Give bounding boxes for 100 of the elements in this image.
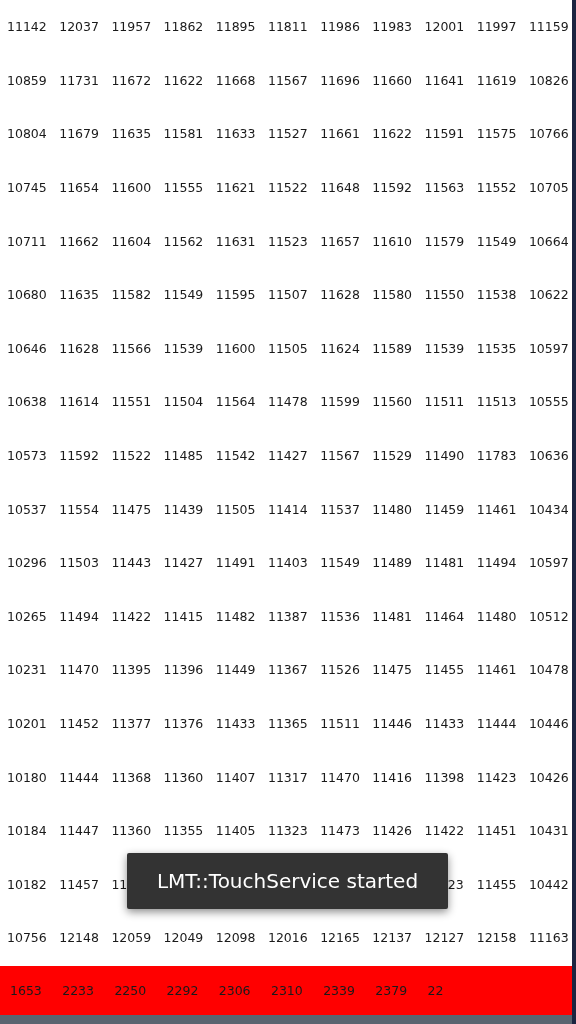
table-cell: 11505 bbox=[267, 340, 308, 356]
table-cell: 11566 bbox=[111, 340, 152, 356]
table-cell: 11403 bbox=[267, 555, 308, 571]
table-cell: 11621 bbox=[215, 180, 256, 196]
table-cell: 11589 bbox=[372, 340, 413, 356]
table-cell: 12158 bbox=[476, 930, 517, 946]
table-cell: 11672 bbox=[111, 72, 152, 88]
table-cell: 11405 bbox=[215, 823, 256, 839]
table-cell: 11452 bbox=[59, 716, 99, 731]
table-cell: 11461 bbox=[476, 662, 517, 678]
table-cell: 11529 bbox=[372, 448, 413, 464]
table-cell: 12148 bbox=[59, 930, 99, 946]
table-cell: 11481 bbox=[372, 608, 413, 624]
table-cell: 11600 bbox=[215, 340, 256, 356]
table-cell: 11563 bbox=[424, 180, 465, 196]
table-cell: 11376 bbox=[163, 716, 204, 731]
table-cell: 11592 bbox=[372, 180, 413, 196]
table-cell: 11986 bbox=[320, 19, 360, 35]
table-cell: 11595 bbox=[215, 287, 256, 303]
table-cell: 11455 bbox=[424, 662, 465, 678]
table-cell: 10646 bbox=[7, 340, 47, 356]
table-cell: 11542 bbox=[215, 448, 256, 464]
table-cell: 11526 bbox=[320, 662, 360, 678]
table-cell: 11562 bbox=[163, 233, 204, 249]
table-cell: 11323 bbox=[267, 823, 308, 839]
table-cell: 11592 bbox=[59, 448, 99, 464]
table-cell: 10573 bbox=[7, 448, 47, 464]
table-cell: 11549 bbox=[476, 233, 517, 249]
table-cell: 10180 bbox=[7, 769, 47, 785]
table-cell: 11433 bbox=[424, 716, 465, 731]
table-cell: 11564 bbox=[215, 394, 256, 410]
table-cell: 11439 bbox=[163, 501, 204, 517]
table-cell: 10265 bbox=[7, 608, 47, 624]
table-cell: 11511 bbox=[424, 394, 465, 410]
table-cell: 11628 bbox=[59, 340, 99, 356]
table-cell: 11447 bbox=[59, 823, 99, 839]
table-cell: 11679 bbox=[59, 126, 99, 142]
table-cell: 11539 bbox=[424, 340, 465, 356]
table-cell: 2306 bbox=[218, 982, 251, 998]
table-cell: 11491 bbox=[215, 555, 256, 571]
table-cell: 10442 bbox=[528, 876, 569, 892]
table-cell: 11862 bbox=[163, 19, 204, 35]
table-cell: 10434 bbox=[528, 501, 569, 517]
table-cell: 11426 bbox=[372, 823, 413, 839]
table-cell: 11957 bbox=[111, 19, 152, 35]
table-cell: 11 bbox=[111, 876, 128, 892]
table-cell: 11997 bbox=[476, 19, 517, 35]
table-cell: 11567 bbox=[267, 72, 308, 88]
table-cell: 11503 bbox=[59, 555, 99, 571]
table-cell: 10756 bbox=[7, 930, 47, 946]
table-cell: 2310 bbox=[270, 982, 303, 998]
table-cell: 11661 bbox=[320, 126, 360, 142]
table-cell: 1653 bbox=[10, 982, 42, 998]
table-cell: 10431 bbox=[528, 823, 569, 839]
table-cell: 11622 bbox=[163, 72, 204, 88]
table-cell: 11451 bbox=[476, 823, 517, 839]
table-cell: 11591 bbox=[424, 126, 465, 142]
table-cell: 12001 bbox=[424, 19, 465, 35]
table-cell: 11416 bbox=[372, 769, 413, 785]
table-cell: 11317 bbox=[267, 769, 308, 785]
table-cell: 11622 bbox=[372, 126, 413, 142]
table-cell: 11444 bbox=[476, 716, 517, 731]
table-cell: 11614 bbox=[59, 394, 99, 410]
table-cell: 11654 bbox=[59, 180, 99, 196]
table-cell: 11427 bbox=[267, 448, 308, 464]
table-cell: 11163 bbox=[528, 930, 569, 946]
table-cell: 11494 bbox=[59, 608, 99, 624]
table-cell: 11624 bbox=[320, 340, 360, 356]
table-cell: 11648 bbox=[320, 180, 360, 196]
table-cell: 11604 bbox=[111, 233, 152, 249]
toast-message: LMT::TouchService started bbox=[127, 853, 448, 909]
table-cell: 11475 bbox=[372, 662, 413, 678]
table-cell: 11480 bbox=[476, 608, 517, 624]
table-cell: 11473 bbox=[320, 823, 360, 839]
table-cell: 11395 bbox=[111, 662, 152, 678]
table-cell: 11579 bbox=[424, 233, 465, 249]
table-cell: 12059 bbox=[111, 930, 152, 946]
table-cell: 11600 bbox=[111, 180, 152, 196]
table-cell: 11668 bbox=[215, 72, 256, 88]
table-cell: 11657 bbox=[320, 233, 360, 249]
table-cell: 10555 bbox=[528, 394, 569, 410]
table-cell: 11464 bbox=[424, 608, 465, 624]
table-cell: 11489 bbox=[372, 555, 413, 571]
table-cell: 12127 bbox=[424, 930, 465, 946]
table-cell: 12037 bbox=[59, 19, 99, 35]
table-cell: 11783 bbox=[476, 448, 517, 464]
table-cell: 11581 bbox=[163, 126, 204, 142]
table-cell: 10231 bbox=[7, 662, 47, 678]
table-cell: 11446 bbox=[372, 716, 413, 731]
table-cell: 11444 bbox=[59, 769, 99, 785]
table-cell: 11567 bbox=[320, 448, 360, 464]
table-cell: 11387 bbox=[267, 608, 308, 624]
table-cell: 10597 bbox=[528, 340, 569, 356]
table-cell: 11457 bbox=[59, 876, 99, 892]
table-cell: 11507 bbox=[267, 287, 308, 303]
table-cell: 11580 bbox=[372, 287, 413, 303]
table-cell: 10826 bbox=[528, 72, 569, 88]
table-cell: 11422 bbox=[424, 823, 465, 839]
table-cell: 11494 bbox=[476, 555, 517, 571]
table-cell: 11641 bbox=[424, 72, 465, 88]
